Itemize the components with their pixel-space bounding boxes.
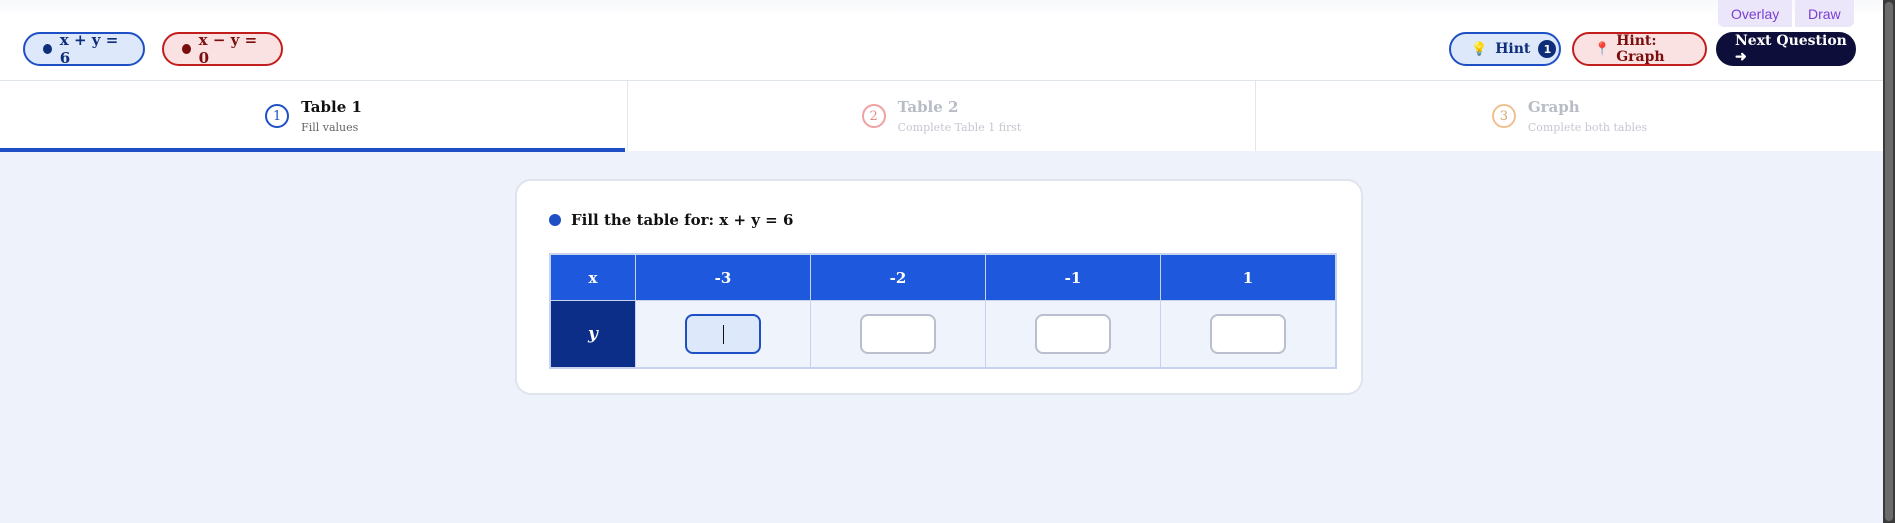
- equation-chip-1[interactable]: x + y = 6: [23, 31, 145, 67]
- y-value-cell: [1160, 300, 1337, 369]
- y-input-3[interactable]: [1035, 314, 1111, 354]
- next-question-button[interactable]: Next Question ➜: [1716, 32, 1856, 66]
- x-value-cell: -3: [635, 253, 811, 301]
- x-value-cell: -2: [810, 253, 986, 301]
- hint-label: Hint: [1495, 41, 1531, 57]
- y-value-cell: [635, 300, 811, 369]
- value-table: x -3 -2 -1 1 y: [549, 253, 1337, 369]
- card-title-dot: [549, 214, 561, 226]
- hint-button[interactable]: 💡 Hint 1: [1449, 32, 1561, 66]
- step-3-number: 3: [1491, 104, 1516, 128]
- step-table-1[interactable]: 1 Table 1 Fill values: [0, 81, 628, 151]
- hint-count-badge: 1: [1538, 40, 1557, 58]
- overlay-button[interactable]: Overlay: [1718, 0, 1793, 27]
- card-title-text: Fill the table for: x + y = 6: [571, 211, 794, 229]
- equation-chip-2[interactable]: x − y = 0: [162, 31, 283, 67]
- equation-2-dot: [182, 44, 191, 54]
- equation-1-dot: [43, 44, 52, 54]
- scrollbar[interactable]: [1883, 0, 1895, 523]
- x-value-cell: 1: [1160, 253, 1337, 301]
- y-value-cell: [985, 300, 1161, 369]
- y-value-cell: [810, 300, 986, 369]
- step-table-2[interactable]: 2 Table 2 Complete Table 1 first: [628, 81, 1256, 151]
- text-caret: [723, 325, 724, 344]
- hint-graph-button[interactable]: 📍 Hint: Graph: [1572, 32, 1707, 66]
- x-row-header: x: [549, 253, 636, 301]
- card-title: Fill the table for: x + y = 6: [549, 211, 793, 229]
- pin-icon: 📍: [1594, 41, 1611, 57]
- step-3-subtitle: Complete both tables: [1527, 121, 1648, 134]
- step-3-title: Graph: [1527, 98, 1580, 116]
- header-bar: x + y = 6 x − y = 0 💡 Hint 1 📍 Hint: Gra…: [0, 14, 1883, 81]
- step-progress-bar: [0, 148, 625, 152]
- step-1-title: Table 1: [301, 98, 362, 116]
- step-graph[interactable]: 3 Graph Complete both tables: [1256, 81, 1883, 151]
- next-question-label: Next Question ➜: [1735, 33, 1847, 65]
- step-1-subtitle: Fill values: [301, 121, 359, 134]
- step-2-number: 2: [861, 104, 886, 128]
- y-row-header: y: [549, 300, 636, 369]
- step-2-title: Table 2: [897, 98, 959, 116]
- draw-button[interactable]: Draw: [1795, 0, 1854, 27]
- x-value-cell: -1: [985, 253, 1161, 301]
- equation-2-label: x − y = 0: [198, 31, 258, 67]
- scrollbar-thumb[interactable]: [1885, 2, 1893, 521]
- table-header-row: x -3 -2 -1 1: [549, 253, 1337, 301]
- y-input-1[interactable]: [685, 314, 761, 354]
- y-input-4[interactable]: [1210, 314, 1286, 354]
- step-2-subtitle: Complete Table 1 first: [897, 121, 1022, 134]
- equation-1-label: x + y = 6: [59, 31, 119, 67]
- lightbulb-icon: 💡: [1471, 41, 1488, 57]
- step-1-number: 1: [265, 104, 290, 128]
- y-input-2[interactable]: [860, 314, 936, 354]
- hint-graph-label: Hint: Graph: [1616, 33, 1665, 65]
- table-card: Fill the table for: x + y = 6 x -3 -2 -1…: [515, 179, 1363, 395]
- stepper: 1 Table 1 Fill values 2 Table 2 Complete…: [0, 81, 1883, 151]
- table-y-row: y: [549, 300, 1337, 369]
